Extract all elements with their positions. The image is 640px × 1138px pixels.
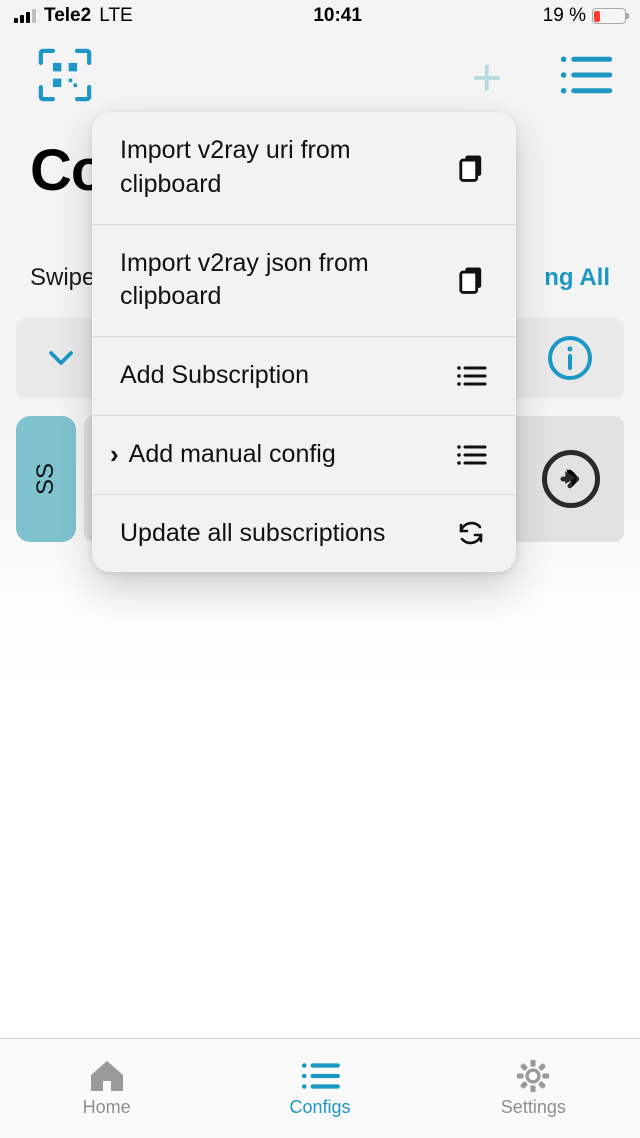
menu-add-subscription[interactable]: Add Subscription <box>92 337 516 416</box>
menu-update-subscriptions[interactable]: Update all subscriptions <box>92 495 516 573</box>
menu-add-manual[interactable]: › Add manual config <box>92 416 516 495</box>
add-button[interactable]: + <box>472 52 502 104</box>
network-label: LTE <box>99 5 132 27</box>
swipe-hint: Swipe <box>30 264 95 292</box>
tab-home[interactable]: Home <box>0 1039 213 1138</box>
protocol-badge[interactable]: SS <box>16 416 76 542</box>
signal-icon <box>14 9 36 23</box>
refresh-icon <box>452 518 490 548</box>
menu-list-button[interactable] <box>558 54 612 101</box>
menu-item-label: Import v2ray uri from clipboard <box>120 134 420 202</box>
tab-label: Settings <box>501 1097 566 1118</box>
list-icon <box>299 1059 341 1093</box>
toolbar: + <box>0 28 640 119</box>
menu-item-label: Add Subscription <box>120 359 309 393</box>
status-time: 10:41 <box>313 5 362 27</box>
status-left: Tele2 LTE <box>14 5 133 27</box>
menu-item-label: Update all subscriptions <box>120 517 385 551</box>
carrier-label: Tele2 <box>44 5 91 27</box>
list-icon <box>452 363 490 389</box>
list-icon <box>452 442 490 468</box>
chevron-right-icon: › <box>110 439 119 470</box>
info-icon[interactable] <box>546 334 594 382</box>
share-button[interactable] <box>542 450 600 508</box>
gear-icon <box>512 1059 554 1093</box>
tab-bar: Home Configs Settings <box>0 1038 640 1138</box>
qr-scan-button[interactable] <box>36 46 94 109</box>
chevron-down-icon <box>46 343 76 373</box>
ping-all-link[interactable]: ng All <box>544 264 610 292</box>
protocol-label: SS <box>32 463 60 495</box>
tab-label: Configs <box>289 1097 350 1118</box>
clipboard-icon <box>452 151 490 185</box>
menu-import-uri[interactable]: Import v2ray uri from clipboard <box>92 112 516 225</box>
home-icon <box>86 1059 128 1093</box>
clipboard-icon <box>452 263 490 297</box>
tab-configs[interactable]: Configs <box>213 1039 426 1138</box>
battery-icon <box>592 8 626 24</box>
tab-settings[interactable]: Settings <box>427 1039 640 1138</box>
status-bar: Tele2 LTE 10:41 19 % <box>0 0 640 28</box>
battery-percent: 19 % <box>543 5 586 27</box>
menu-item-label: Import v2ray json from clipboard <box>120 247 420 315</box>
tab-label: Home <box>83 1097 131 1118</box>
menu-item-label: Add manual config <box>129 438 336 472</box>
status-right: 19 % <box>543 5 626 27</box>
add-menu-popover: Import v2ray uri from clipboard Import v… <box>92 112 516 572</box>
menu-import-json[interactable]: Import v2ray json from clipboard <box>92 225 516 338</box>
